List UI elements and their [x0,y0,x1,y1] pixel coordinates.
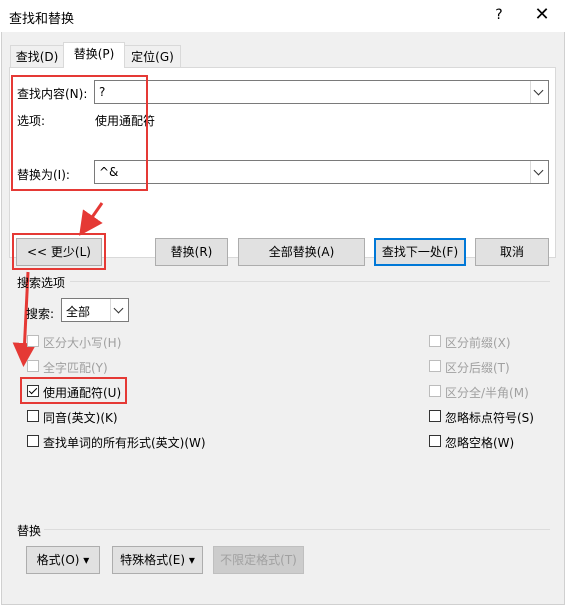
match-prefix-checkbox[interactable] [429,335,441,347]
ignore-whitespace-checkbox[interactable] [429,435,441,447]
search-direction-select[interactable]: 全部 [61,298,129,322]
all-word-forms-label: 查找单词的所有形式(英文)(W) [43,436,206,450]
annotation-arrow-1 [79,202,104,236]
special-button[interactable]: 特殊格式(E) ▾ [112,546,203,574]
annotation-highlight-wildcards [20,377,127,404]
search-direction-value: 全部 [66,305,91,319]
search-direction-label: 搜索: [26,307,55,321]
replace-section-title: 替换 [17,524,42,538]
cancel-button[interactable]: 取消 [475,238,549,266]
ignore-punctuation-label: 忽略标点符号(S) [445,411,534,425]
search-options-separator [70,281,550,282]
match-case-label: 区分大小写(H) [43,336,122,350]
tab-replace[interactable]: 替换(P) [63,42,125,68]
sounds-like-label: 同音(英文)(K) [43,411,118,425]
ignore-punctuation-checkbox[interactable] [429,410,441,422]
match-suffix-checkbox[interactable] [429,360,441,372]
match-suffix-label: 区分后缀(T) [445,361,510,375]
replace-section-separator [44,529,550,530]
search-direction-dropdown[interactable] [110,299,128,321]
chevron-down-icon [113,303,124,314]
search-options-title: 搜索选项 [17,276,66,290]
match-width-label: 区分全/半角(M) [445,386,529,400]
replace-all-button[interactable]: 全部替换(A) [238,238,365,266]
annotation-highlight-less [12,233,106,270]
sounds-like-checkbox[interactable] [27,410,39,422]
whole-word-checkbox[interactable] [27,360,39,372]
match-prefix-label: 区分前缀(X) [445,336,511,350]
match-case-checkbox[interactable] [27,335,39,347]
no-formatting-button[interactable]: 不限定格式(T) [213,546,304,574]
all-word-forms-checkbox[interactable] [27,435,39,447]
ignore-whitespace-label: 忽略空格(W) [445,436,515,450]
format-button[interactable]: 格式(O) ▾ [26,546,100,574]
match-width-checkbox[interactable] [429,385,441,397]
find-next-button[interactable]: 查找下一处(F) [374,238,466,266]
whole-word-label: 全字匹配(Y) [43,361,108,375]
replace-button[interactable]: 替换(R) [155,238,228,266]
